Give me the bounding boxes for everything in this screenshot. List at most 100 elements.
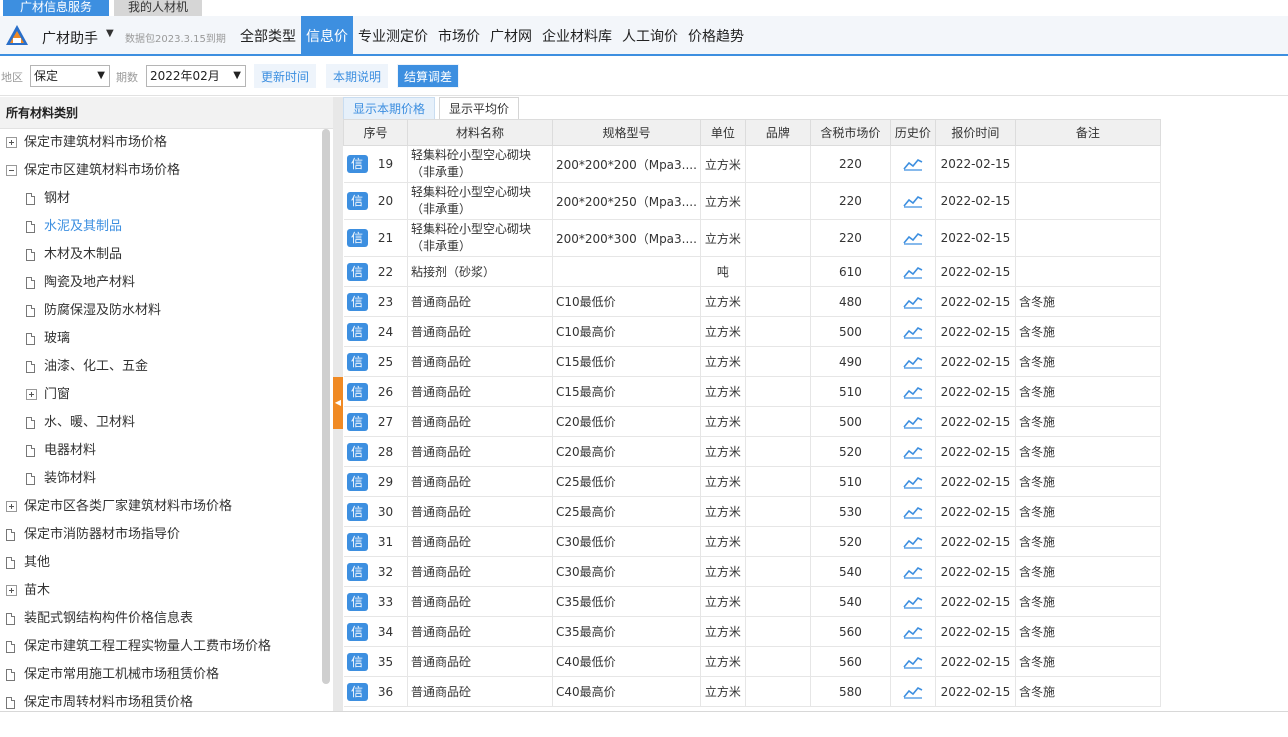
table-row[interactable]: 信 20 轻集料砼小型空心砌块（非承重） 200*200*250（Mpa3.... 立方… [343,182,1161,220]
tree-item[interactable]: 其他 [0,549,333,577]
info-badge-icon[interactable]: 信 [346,192,368,210]
tree-item[interactable]: 保定市周转材料市场租赁价格 [0,689,333,711]
plus-box-icon[interactable] [6,137,17,149]
trend-chart-icon[interactable] [894,685,932,699]
tree-item[interactable]: 防腐保湿及防水材料 [0,297,333,325]
info-badge-icon[interactable]: 信 [346,652,368,671]
tree-item[interactable]: 电器材料 [0,437,333,465]
trend-chart-icon[interactable] [894,415,932,429]
trend-chart-icon[interactable] [894,595,932,609]
table-row[interactable]: 信 30 普通商品砼 C25最高价 立方米 530 2022-02-15 含冬施 [343,496,1161,527]
info-badge-icon[interactable]: 信 [346,532,368,551]
tree-item[interactable]: 保定市区建筑材料市场价格 [0,157,333,185]
chevron-down-icon[interactable]: ▼ [106,28,114,39]
column-header[interactable]: 含税市场价 [809,119,891,146]
tree-item[interactable]: 陶瓷及地产材料 [0,269,333,297]
table-row[interactable]: 信 21 轻集料砼小型空心砌块（非承重） 200*200*300（Mpa3.... 立方… [343,219,1161,257]
nav-item-7[interactable]: 价格趋势 [683,16,749,56]
nav-item-2[interactable]: 专业测定价 [353,16,433,56]
info-badge-icon[interactable]: 信 [346,229,368,247]
collapse-handle-icon[interactable]: ◀ [333,377,343,429]
info-badge-icon[interactable]: 信 [346,352,368,371]
column-header[interactable]: 单位 [699,119,746,146]
table-row[interactable]: 信 36 普通商品砼 C40最高价 立方米 580 2022-02-15 含冬施 [343,676,1161,707]
table-row[interactable]: 信 34 普通商品砼 C35最高价 立方米 560 2022-02-15 含冬施 [343,616,1161,647]
trend-chart-icon[interactable] [894,355,932,369]
info-badge-icon[interactable]: 信 [346,682,368,701]
tree-item[interactable]: 水、暖、卫材料 [0,409,333,437]
nav-item-3[interactable]: 市场价 [433,16,485,56]
info-badge-icon[interactable]: 信 [346,412,368,431]
column-header[interactable]: 备注 [1014,119,1161,146]
update-time-button[interactable]: 更新时间 [254,64,317,88]
tree-scrollbar[interactable] [322,129,330,684]
table-row[interactable]: 信 31 普通商品砼 C30最低价 立方米 520 2022-02-15 含冬施 [343,526,1161,557]
tab-current-price[interactable]: 显示本期价格 [343,97,436,119]
column-header[interactable]: 材料名称 [407,119,553,146]
column-header[interactable]: 报价时间 [934,119,1016,146]
minus-box-icon[interactable] [6,165,17,177]
table-row[interactable]: 信 22 粘接剂（砂浆） 吨 610 2022-02-15 [343,256,1161,287]
table-row[interactable]: 信 19 轻集料砼小型空心砌块（非承重） 200*200*200（Mpa3.... 立方… [343,145,1161,183]
table-row[interactable]: 信 23 普通商品砼 C10最低价 立方米 480 2022-02-15 含冬施 [343,286,1161,317]
column-header[interactable]: 序号 [343,119,408,146]
nav-item-5[interactable]: 企业材料库 [537,16,617,56]
tree-item[interactable]: 玻璃 [0,325,333,353]
trend-chart-icon[interactable] [894,625,932,639]
tree-item[interactable]: 钢材 [0,185,333,213]
info-badge-icon[interactable]: 信 [346,562,368,581]
info-badge-icon[interactable]: 信 [346,382,368,401]
plus-box-icon[interactable] [6,501,17,513]
tree-item[interactable]: 保定市建筑工程工程实物量人工费市场价格 [0,633,333,661]
plus-box-icon[interactable] [6,585,17,597]
tree-item[interactable]: 装饰材料 [0,465,333,493]
table-row[interactable]: 信 28 普通商品砼 C20最高价 立方米 520 2022-02-15 含冬施 [343,436,1161,467]
table-row[interactable]: 信 24 普通商品砼 C10最高价 立方米 500 2022-02-15 含冬施 [343,316,1161,347]
trend-chart-icon[interactable] [894,265,932,279]
info-badge-icon[interactable]: 信 [346,502,368,521]
table-row[interactable]: 信 25 普通商品砼 C15最低价 立方米 490 2022-02-15 含冬施 [343,346,1161,377]
trend-chart-icon[interactable] [894,157,932,171]
trend-chart-icon[interactable] [894,325,932,339]
tree-item[interactable]: 保定市常用施工机械市场租赁价格 [0,661,333,689]
trend-chart-icon[interactable] [894,565,932,579]
tab-average-price[interactable]: 显示平均价 [439,97,520,119]
tree-item[interactable]: 油漆、化工、五金 [0,353,333,381]
info-badge-icon[interactable]: 信 [346,262,368,281]
trend-chart-icon[interactable] [894,385,932,399]
column-header[interactable]: 历史价 [889,119,936,146]
tree-item[interactable]: 保定市建筑材料市场价格 [0,129,333,157]
panel-splitter[interactable]: ◀ [333,97,343,711]
column-header[interactable]: 规格型号 [552,119,701,146]
tab-material-info-service[interactable]: 广材信息服务 [3,0,109,16]
trend-chart-icon[interactable] [894,655,932,669]
tree-item[interactable]: 木材及木制品 [0,241,333,269]
tab-my-resources[interactable]: 我的人材机 [114,0,202,16]
tree-item[interactable]: 门窗 [0,381,333,409]
app-name[interactable]: 广材助手 [42,28,98,48]
trend-chart-icon[interactable] [894,475,932,489]
info-badge-icon[interactable]: 信 [346,592,368,611]
table-row[interactable]: 信 35 普通商品砼 C40最低价 立方米 560 2022-02-15 含冬施 [343,646,1161,677]
settle-adjust-button[interactable]: 结算调差 [397,64,460,88]
period-select[interactable]: 2022年02月 ▼ [146,65,246,87]
table-row[interactable]: 信 29 普通商品砼 C25最低价 立方米 510 2022-02-15 含冬施 [343,466,1161,497]
column-header[interactable]: 品牌 [744,119,811,146]
info-badge-icon[interactable]: 信 [346,622,368,641]
tree-item[interactable]: 苗木 [0,577,333,605]
info-badge-icon[interactable]: 信 [346,155,368,173]
trend-chart-icon[interactable] [894,295,932,309]
info-badge-icon[interactable]: 信 [346,472,368,491]
nav-item-6[interactable]: 人工询价 [617,16,683,56]
trend-chart-icon[interactable] [894,194,932,208]
tree-item[interactable]: 保定市消防器材市场指导价 [0,521,333,549]
trend-chart-icon[interactable] [894,445,932,459]
nav-item-1[interactable]: 信息价 [301,16,353,56]
trend-chart-icon[interactable] [894,505,932,519]
table-row[interactable]: 信 32 普通商品砼 C30最高价 立方米 540 2022-02-15 含冬施 [343,556,1161,587]
trend-chart-icon[interactable] [894,535,932,549]
tree-item[interactable]: 水泥及其制品 [0,213,333,241]
table-row[interactable]: 信 26 普通商品砼 C15最高价 立方米 510 2022-02-15 含冬施 [343,376,1161,407]
region-select[interactable]: 保定 ▼ [30,65,110,87]
info-badge-icon[interactable]: 信 [346,322,368,341]
